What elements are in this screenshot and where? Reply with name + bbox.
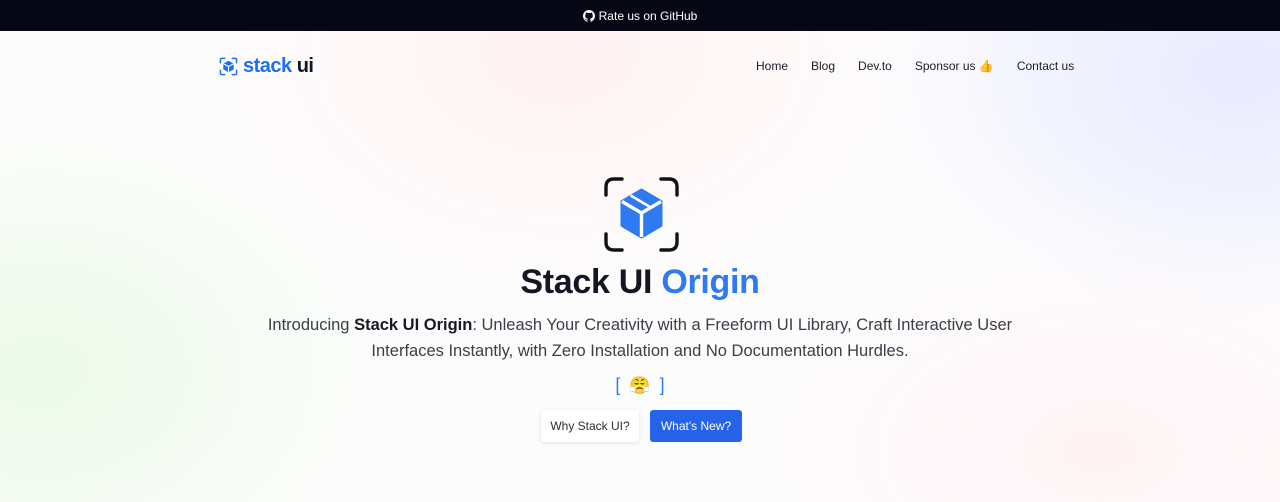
whats-new-button[interactable]: What's New? bbox=[650, 410, 742, 442]
intro-prefix: Introducing bbox=[267, 316, 355, 334]
title-accent: Origin bbox=[661, 263, 760, 301]
bracket-close: ] bbox=[659, 375, 665, 395]
logo-wordmark: stack ui bbox=[243, 56, 314, 76]
intro-text: Introducing Stack UI Origin: Unleash You… bbox=[240, 312, 1040, 364]
bracket-open: [ bbox=[615, 375, 621, 395]
github-rate-label: Rate us on GitHub bbox=[598, 8, 698, 23]
main-nav: Home Blog Dev.to Sponsor us 👍 Contact us bbox=[756, 59, 1074, 73]
nav-devto[interactable]: Dev.to bbox=[858, 59, 892, 73]
intro-bold: Stack UI Origin bbox=[354, 316, 473, 334]
logo-word-stack: stack bbox=[243, 55, 292, 77]
steam-face-icon: 😤 bbox=[629, 376, 651, 395]
nav-blog[interactable]: Blog bbox=[811, 59, 835, 73]
github-rate-banner[interactable]: Rate us on GitHub bbox=[0, 0, 1280, 31]
emoji-bracket: [ 😤 ] bbox=[0, 375, 1280, 396]
hero-section: stack ui Home Blog Dev.to Sponsor us 👍 C… bbox=[0, 31, 1280, 502]
logo-cube-icon bbox=[219, 57, 238, 75]
nav-home[interactable]: Home bbox=[756, 59, 788, 73]
stack-ui-logo[interactable]: stack ui bbox=[219, 55, 314, 77]
nav-sponsor[interactable]: Sponsor us 👍 bbox=[915, 59, 994, 73]
cube-icon bbox=[604, 177, 679, 252]
nav-contact[interactable]: Contact us bbox=[1017, 59, 1074, 73]
nav-sponsor-label: Sponsor us bbox=[914, 59, 976, 73]
logo-word-ui: ui bbox=[296, 55, 314, 77]
why-stack-ui-button[interactable]: Why Stack UI? bbox=[541, 410, 639, 442]
thumbs-up-icon: 👍 bbox=[978, 59, 994, 73]
title-main: Stack UI bbox=[520, 263, 653, 301]
github-icon bbox=[582, 9, 595, 22]
page-title: Stack UI Origin bbox=[0, 263, 1280, 302]
